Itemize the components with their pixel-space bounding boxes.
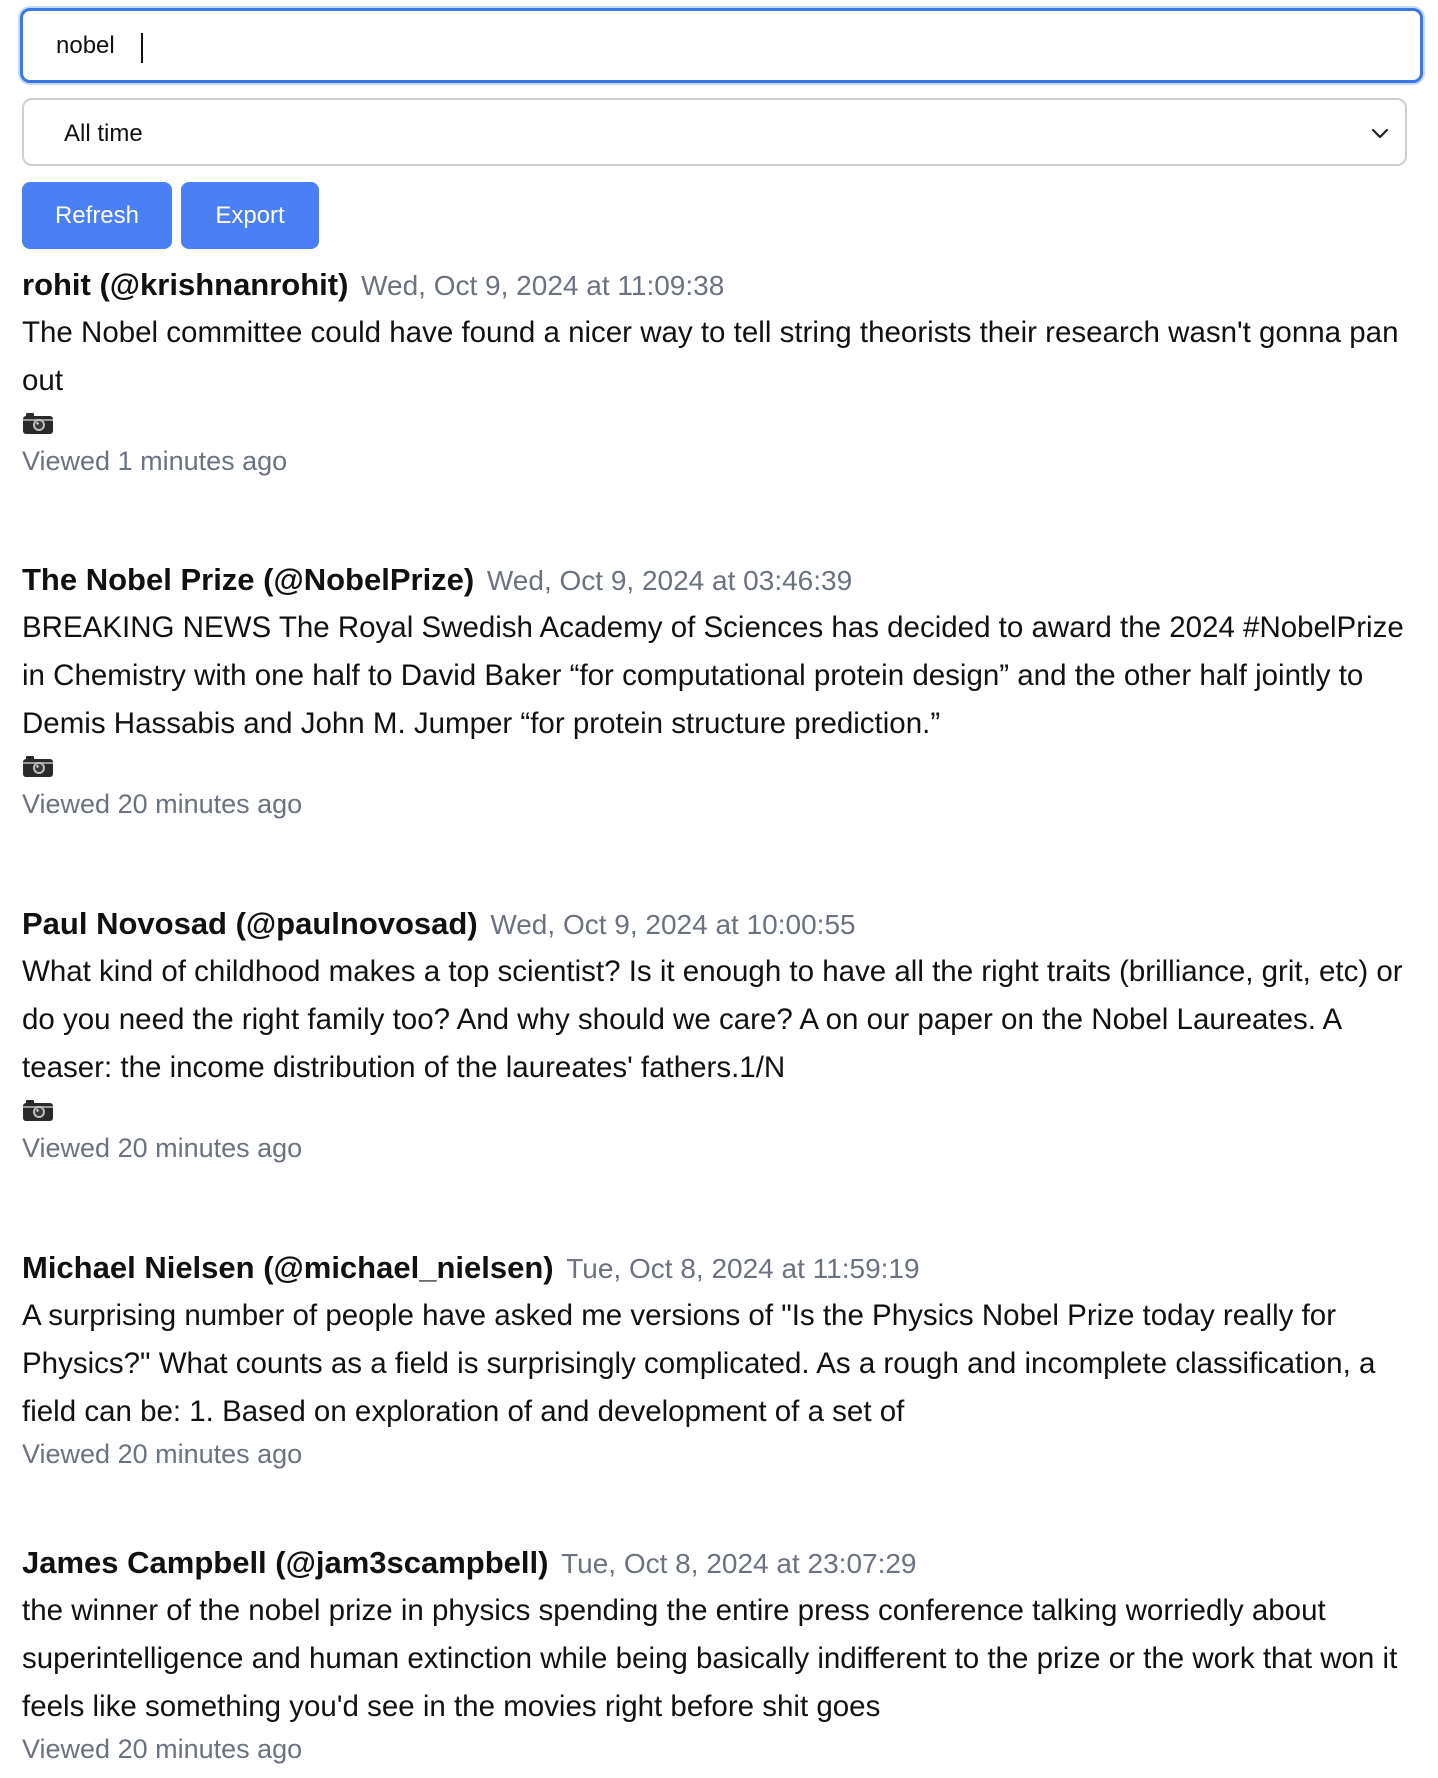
post-timestamp: Tue, Oct 8, 2024 at 11:59:19 [566, 1253, 920, 1284]
viewed-status: Viewed 20 minutes ago [22, 1439, 303, 1469]
viewed-status: Viewed 20 minutes ago [22, 1734, 303, 1764]
search-input[interactable] [23, 11, 1420, 80]
viewed-status: Viewed 20 minutes ago [22, 789, 303, 819]
post-header: James Campbell (@jam3scampbell) Tue, Oct… [22, 1543, 1422, 1584]
post-header: Michael Nielsen (@michael_nielsen) Tue, … [22, 1248, 1422, 1289]
post-item: rohit (@krishnanrohit) Wed, Oct 9, 2024 … [22, 265, 1422, 479]
post-item: Paul Novosad (@paulnovosad) Wed, Oct 9, … [22, 904, 1422, 1166]
chevron-down-icon [1371, 128, 1389, 139]
post-author[interactable]: rohit (@krishnanrohit) [22, 267, 348, 302]
post-text: the winner of the nobel prize in physics… [22, 1594, 1398, 1723]
post-header: Paul Novosad (@paulnovosad) Wed, Oct 9, … [22, 904, 1422, 945]
post-author[interactable]: The Nobel Prize (@NobelPrize) [22, 562, 474, 597]
post-timestamp: Wed, Oct 9, 2024 at 10:00:55 [490, 909, 856, 940]
post-text: The Nobel committee could have found a n… [22, 316, 1399, 397]
post-text: What kind of childhood makes a top scien… [22, 955, 1403, 1084]
post-text: A surprising number of people have asked… [22, 1299, 1376, 1428]
viewed-status: Viewed 20 minutes ago [22, 1133, 303, 1163]
post-header: The Nobel Prize (@NobelPrize) Wed, Oct 9… [22, 560, 1422, 601]
post-timestamp: Wed, Oct 9, 2024 at 03:46:39 [486, 565, 853, 596]
post-item: The Nobel Prize (@NobelPrize) Wed, Oct 9… [22, 560, 1422, 822]
post-item: James Campbell (@jam3scampbell) Tue, Oct… [22, 1543, 1422, 1767]
time-filter-select[interactable]: All time [22, 98, 1407, 166]
viewed-status: Viewed 1 minutes ago [22, 446, 288, 476]
camera-icon[interactable] [22, 1098, 54, 1122]
camera-icon[interactable] [22, 754, 54, 778]
text-caret [141, 33, 143, 63]
post-text: BREAKING NEWS The Royal Swedish Academy … [22, 611, 1404, 740]
time-filter-value: All time [64, 120, 143, 147]
post-item: Michael Nielsen (@michael_nielsen) Tue, … [22, 1248, 1422, 1472]
post-header: rohit (@krishnanrohit) Wed, Oct 9, 2024 … [22, 265, 1422, 306]
post-timestamp: Tue, Oct 8, 2024 at 23:07:29 [561, 1548, 917, 1579]
post-timestamp: Wed, Oct 9, 2024 at 11:09:38 [361, 270, 725, 301]
post-author[interactable]: James Campbell (@jam3scampbell) [22, 1545, 548, 1580]
post-author[interactable]: Paul Novosad (@paulnovosad) [22, 906, 478, 941]
camera-icon[interactable] [22, 411, 54, 435]
post-author[interactable]: Michael Nielsen (@michael_nielsen) [22, 1250, 554, 1285]
search-box[interactable] [20, 8, 1423, 83]
refresh-button[interactable]: Refresh [22, 182, 172, 249]
export-button[interactable]: Export [181, 182, 319, 249]
